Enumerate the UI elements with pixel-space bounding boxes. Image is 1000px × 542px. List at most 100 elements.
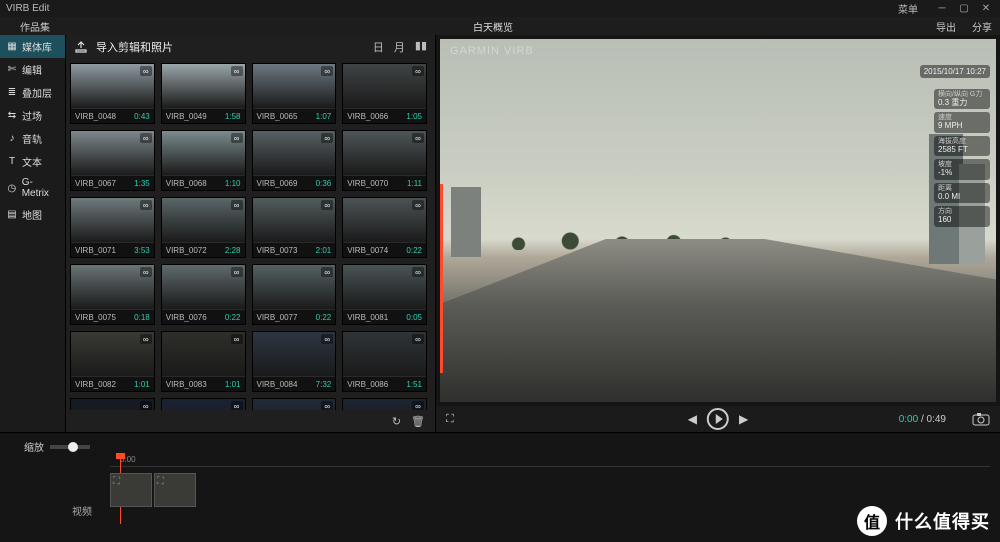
clip-item[interactable]: ∞VIRB_00810:05 (342, 264, 427, 325)
gmetrix-badge-icon: ∞ (321, 133, 333, 143)
music-icon: ♪ (6, 133, 18, 145)
timeline-clip[interactable] (154, 473, 196, 507)
import-icon[interactable] (74, 40, 88, 54)
titlebar: VIRB Edit 菜单 ─ ▢ ✕ (0, 0, 1000, 17)
sidebar-item-label: 编辑 (22, 62, 42, 77)
clip-name: VIRB_0065 (257, 112, 298, 121)
clip-duration: 0:22 (316, 313, 332, 322)
gmetrix-badge-icon: ∞ (140, 401, 152, 410)
share-menu[interactable]: 分享 (964, 19, 1000, 34)
view-camera-icon[interactable]: ▮▮ (415, 39, 427, 55)
import-label[interactable]: 导入剪辑和照片 (96, 39, 173, 55)
overlay-item: 速度9 MPH (934, 112, 990, 132)
play-button[interactable] (707, 408, 729, 430)
gmetrix-badge-icon: ∞ (412, 334, 424, 344)
gmetrix-badge-icon: ∞ (321, 66, 333, 76)
clip-item[interactable]: ∞VIRB_00888:51 (70, 398, 155, 410)
clip-item[interactable]: ∞ VIRB_0075 0:18 (70, 264, 155, 325)
fullscreen-icon[interactable]: ⛶ (446, 413, 454, 426)
clip-item[interactable]: ∞VIRB_00960:07 (342, 398, 427, 410)
next-button[interactable]: ▶ (739, 412, 748, 426)
clip-item[interactable]: ∞VIRB_00690:36 (252, 130, 337, 191)
close-icon[interactable]: ✕ (978, 3, 994, 15)
overlay-item: 方向160 (934, 206, 990, 226)
clip-item[interactable]: ∞VIRB_00821:01 (70, 331, 155, 392)
clip-item[interactable]: ∞VIRB_00847:32 (252, 331, 337, 392)
sidebar-item-5[interactable]: T文本 (0, 150, 65, 173)
gmetrix-badge-icon: ∞ (412, 401, 424, 410)
sidebar-item-label: 过场 (22, 108, 42, 123)
project-title[interactable]: 白天概览 (473, 19, 513, 34)
clip-item[interactable]: ∞VIRB_00770:22 (252, 264, 337, 325)
sidebar-item-4[interactable]: ♪音轨 (0, 127, 65, 150)
clip-duration: 0:18 (134, 313, 150, 322)
gmetrix-badge-icon: ∞ (231, 66, 243, 76)
gmetrix-badge-icon: ∞ (140, 267, 152, 277)
clip-item[interactable]: ∞VIRB_00831:01 (161, 331, 246, 392)
trash-icon[interactable]: 🗑 (411, 415, 425, 428)
overlay-value: 0.0 MI (938, 193, 986, 202)
overlay-item: 坡度-1% (934, 159, 990, 179)
clip-name: VIRB_0072 (166, 246, 207, 255)
clip-duration: 1:10 (225, 179, 241, 188)
scrub-marker[interactable] (440, 184, 443, 373)
clip-item[interactable]: ∞VIRB_00701:11 (342, 130, 427, 191)
clip-name: VIRB_0071 (75, 246, 116, 255)
app-title: VIRB Edit (6, 3, 49, 14)
menu-label[interactable]: 菜单 (898, 1, 918, 16)
clip-item[interactable]: ∞VIRB_00722:28 (161, 197, 246, 258)
clip-item[interactable]: ∞VIRB_00760:22 (161, 264, 246, 325)
sidebar-item-label: G-Metrix (22, 177, 59, 199)
clip-item[interactable]: ∞VIRB_00661:05 (342, 63, 427, 124)
sidebar-item-1[interactable]: ✄编辑 (0, 58, 65, 81)
clip-item[interactable]: ∞VIRB_00651:07 (252, 63, 337, 124)
time-ruler[interactable]: 0:00 (110, 455, 990, 467)
view-month-button[interactable]: 月 (394, 39, 405, 55)
maximize-icon[interactable]: ▢ (956, 3, 972, 15)
overlay-value: 9 MPH (938, 122, 986, 131)
export-menu[interactable]: 导出 (928, 19, 964, 34)
snapshot-icon[interactable] (972, 412, 990, 426)
clip-duration: 1:58 (225, 112, 241, 121)
timeline-clip[interactable] (110, 473, 152, 507)
sidebar-item-2[interactable]: ≣叠加层 (0, 81, 65, 104)
video-track[interactable] (110, 473, 990, 507)
clip-item[interactable]: ∞VIRB_00740:22 (342, 197, 427, 258)
sidebar-item-7[interactable]: ▤地图 (0, 203, 65, 226)
sidebar-item-6[interactable]: ◷ G-Metrix (0, 173, 65, 203)
text-icon: T (6, 156, 18, 168)
clip-item[interactable]: ∞VIRB_00890:25 (161, 398, 246, 410)
preview-panel: GARMIN VIRB 2015/10/17 10:27 横向/纵向 G力0.3… (436, 35, 1000, 432)
overlay-timestamp: 2015/10/17 10:27 (920, 65, 990, 78)
clip-item[interactable]: ∞VIRB_00681:10 (161, 130, 246, 191)
collections-menu[interactable]: 作品集 (12, 19, 58, 34)
clip-item[interactable]: ∞VIRB_00480:43 (70, 63, 155, 124)
clip-item[interactable]: ∞VIRB_00491:58 (161, 63, 246, 124)
clip-name: VIRB_0075 (75, 313, 116, 322)
clip-duration: 1:35 (134, 179, 150, 188)
clip-item[interactable]: ∞VIRB_00910:55 (252, 398, 337, 410)
clip-item[interactable]: ∞VIRB_00732:01 (252, 197, 337, 258)
minimize-icon[interactable]: ─ (934, 3, 950, 15)
sidebar-item-3[interactable]: ⇆过场 (0, 104, 65, 127)
clip-item[interactable]: ∞VIRB_00713:53 (70, 197, 155, 258)
video-viewport[interactable]: GARMIN VIRB 2015/10/17 10:27 横向/纵向 G力0.3… (440, 39, 996, 402)
clip-name: VIRB_0048 (75, 112, 116, 121)
view-day-button[interactable]: 日 (373, 39, 384, 55)
zoom-slider[interactable] (50, 445, 90, 449)
gmetrix-badge-icon: ∞ (231, 401, 243, 410)
gmetrix-badge-icon: ∞ (412, 66, 424, 76)
time-display: 0:00 / 0:49 (899, 414, 946, 425)
sidebar-item-0[interactable]: ▦媒体库 (0, 35, 65, 58)
refresh-icon[interactable]: ↻ (392, 415, 401, 428)
gauge-icon: ◷ (6, 182, 18, 194)
overlay-value: 160 (938, 216, 986, 225)
prev-button[interactable]: ◀ (688, 412, 697, 426)
gmetrix-badge-icon: ∞ (231, 133, 243, 143)
clip-item[interactable]: ∞VIRB_00861:51 (342, 331, 427, 392)
gmetrix-badge-icon: ∞ (140, 334, 152, 344)
clip-duration: 1:01 (134, 380, 150, 389)
gmetrix-badge-icon: ∞ (321, 401, 333, 410)
gmetrix-badge-icon: ∞ (231, 267, 243, 277)
clip-item[interactable]: ∞VIRB_00671:35 (70, 130, 155, 191)
